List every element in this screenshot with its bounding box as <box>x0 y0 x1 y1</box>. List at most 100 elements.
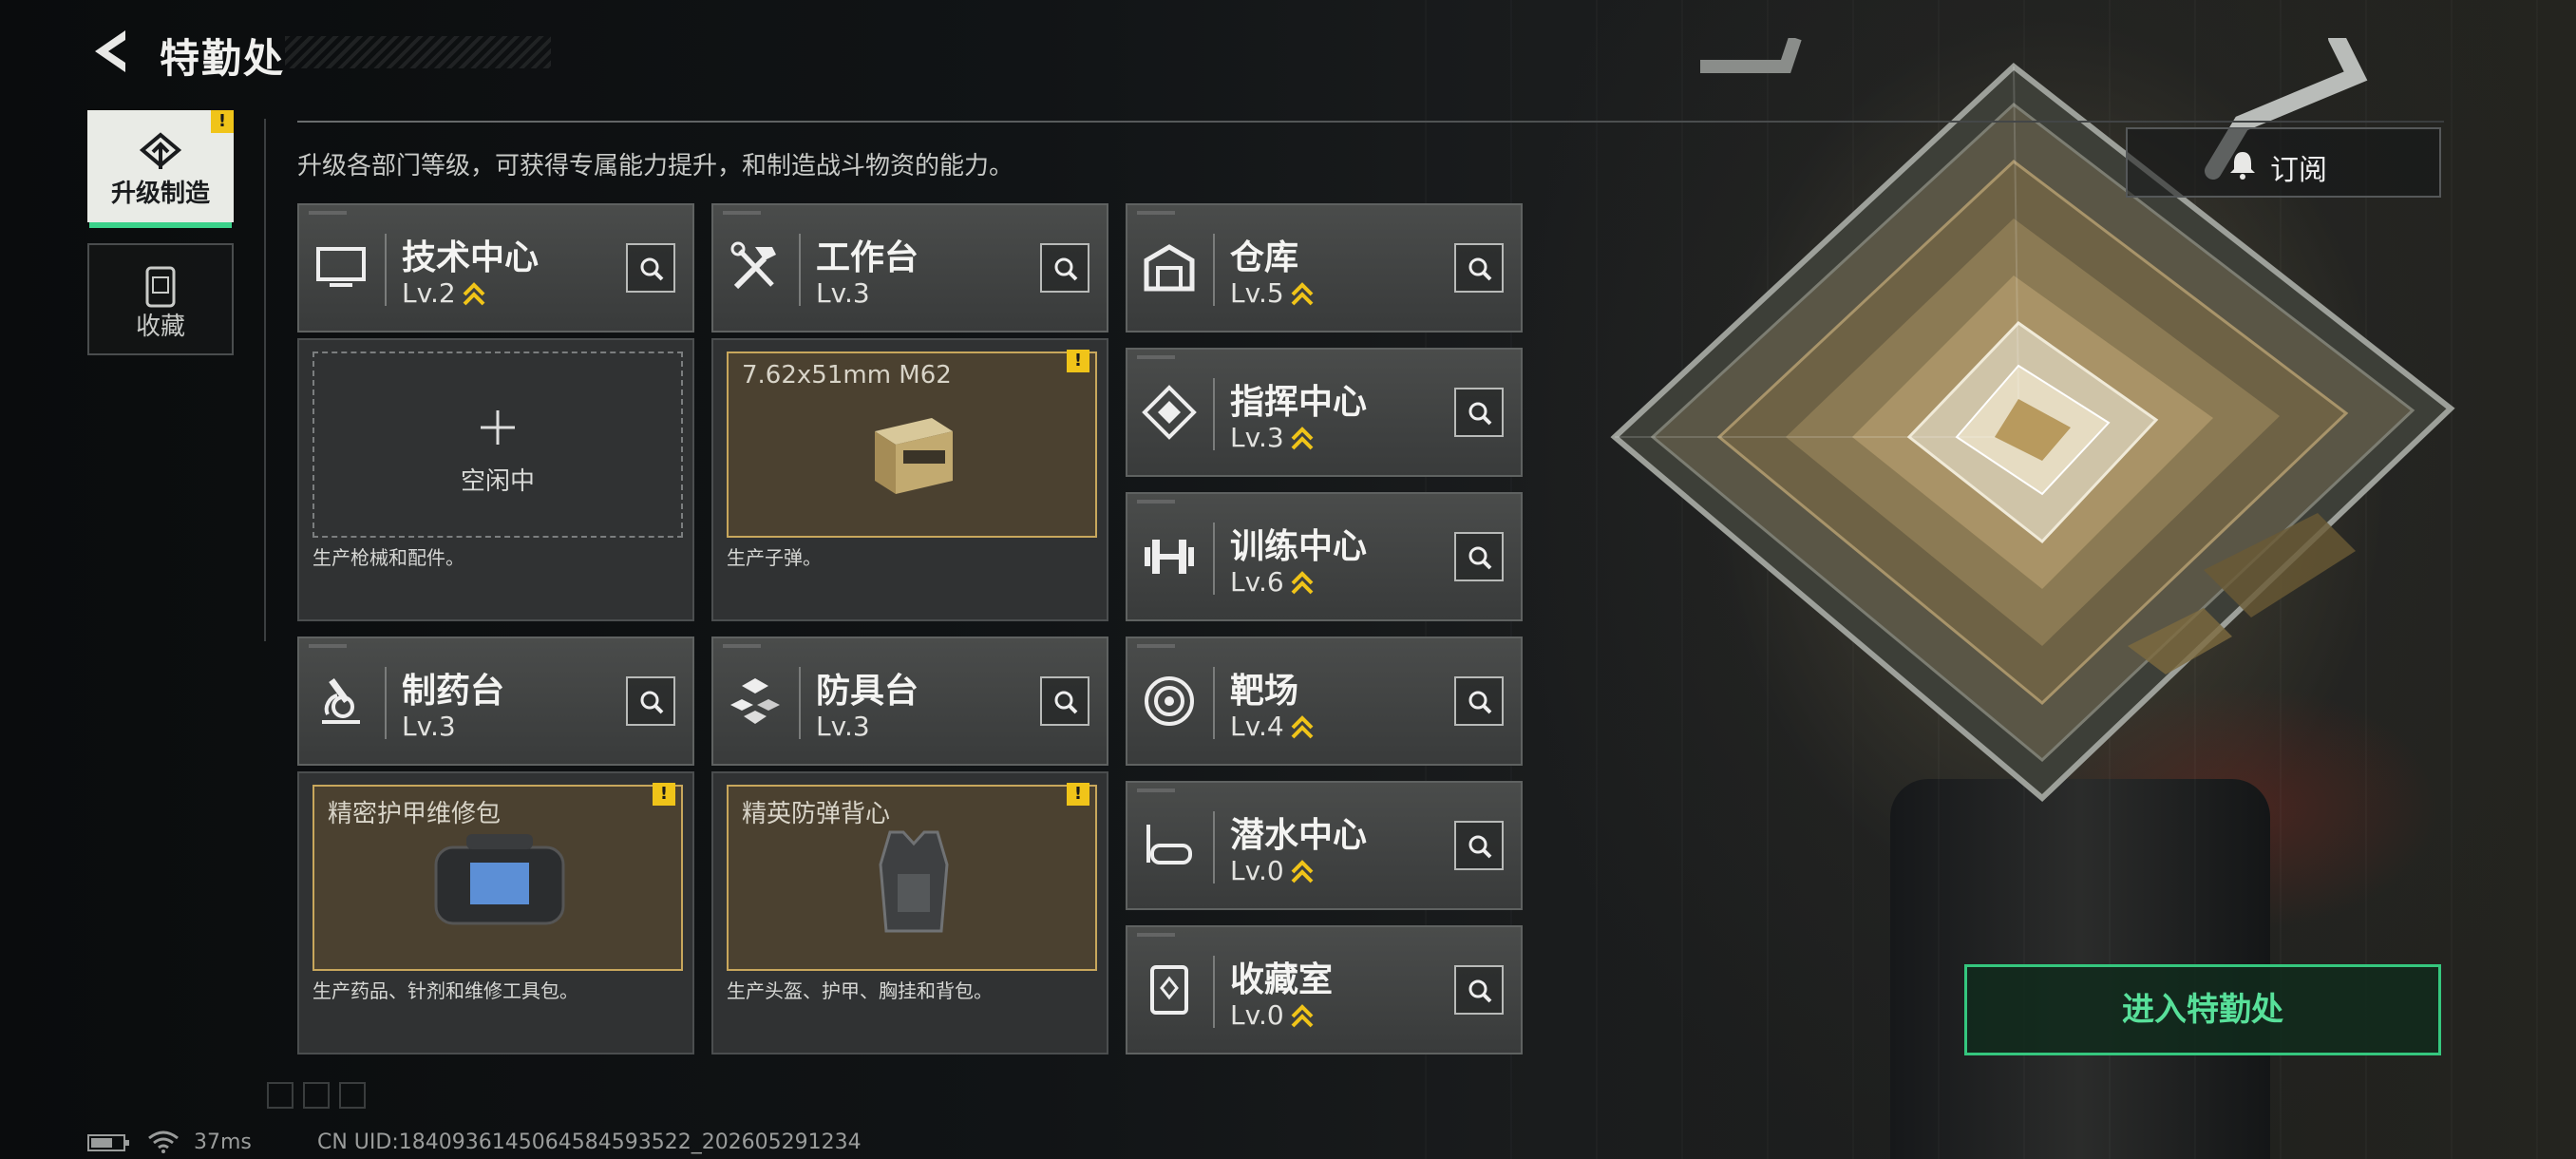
dept-name: 防具台 <box>816 672 919 711</box>
dept-level-row: Lv.3 <box>402 711 456 742</box>
dept-level-row: Lv.4 <box>1230 711 1315 742</box>
tab-collection[interactable]: 收藏 <box>87 243 234 355</box>
diving-mask-icon <box>1146 825 1192 864</box>
production-desc: 生产枪械和配件。 <box>313 546 464 569</box>
card-separator <box>799 667 801 739</box>
dept-card-workbench[interactable]: 工作台 Lv.3 <box>711 203 1108 332</box>
dept-card-armor[interactable]: 防具台 Lv.3 <box>711 636 1108 766</box>
dept-level: Lv.3 <box>1230 422 1284 453</box>
dept-card-warehouse[interactable]: 仓库 Lv.5 <box>1126 203 1523 332</box>
dept-level: Lv.2 <box>402 277 456 309</box>
dept-level: Lv.4 <box>1230 711 1284 742</box>
card-separator <box>1213 956 1215 1028</box>
card-separator <box>385 234 387 306</box>
dept-level: Lv.3 <box>816 277 870 309</box>
dept-card-collection-room[interactable]: 收藏室 Lv.0 <box>1126 925 1523 1054</box>
collection-icon <box>1150 965 1188 1015</box>
dept-level-row: Lv.3 <box>1230 422 1315 453</box>
plus-icon <box>481 410 515 445</box>
page-title: 特勤处 <box>160 35 286 82</box>
ammo-box-icon <box>875 418 953 494</box>
dept-level: Lv.5 <box>1230 277 1284 309</box>
card-separator <box>799 234 801 306</box>
card-separator <box>1213 378 1215 450</box>
search-icon <box>1468 835 1492 859</box>
card-tag <box>1137 644 1175 648</box>
inspect-button[interactable] <box>626 243 675 293</box>
dept-level-row: Lv.0 <box>1230 999 1315 1031</box>
card-separator <box>1213 667 1215 739</box>
dept-card-training-center[interactable]: 训练中心 Lv.6 <box>1126 492 1523 621</box>
subscribe-button[interactable]: 订阅 <box>2126 127 2441 198</box>
enter-special-ops-button[interactable]: 进入特勤处 <box>1964 964 2441 1055</box>
production-panel-tech: 空闲中 生产枪械和配件。 <box>297 338 694 621</box>
status-bar <box>87 1130 180 1159</box>
card-tag <box>1137 211 1175 215</box>
dept-name: 收藏室 <box>1230 960 1334 999</box>
dept-name: 工作台 <box>816 238 919 277</box>
divider-horizontal <box>297 121 2444 123</box>
search-icon <box>1468 257 1492 281</box>
search-icon <box>640 691 664 714</box>
search-icon <box>1054 257 1078 281</box>
monitor-icon <box>316 247 366 287</box>
card-tag <box>1137 500 1175 504</box>
card-tag <box>1137 933 1175 937</box>
production-slot-empty[interactable]: 空闲中 <box>313 352 683 538</box>
inspect-button[interactable] <box>1040 676 1089 726</box>
enter-label: 进入特勤处 <box>2122 991 2283 1029</box>
tab-upgrade-craft[interactable]: 升级制造 ! <box>87 110 234 228</box>
command-icon <box>1142 385 1197 440</box>
dept-level-row: Lv.3 <box>816 277 870 309</box>
wifi-icon <box>148 1130 179 1153</box>
search-icon <box>1468 691 1492 714</box>
inspect-button[interactable] <box>1454 676 1504 726</box>
production-desc: 生产药品、针剂和维修工具包。 <box>313 979 578 1002</box>
dept-card-tech-center[interactable]: 技术中心 Lv.2 <box>297 203 694 332</box>
dept-level-row: Lv.0 <box>1230 855 1315 886</box>
upgrade-icon <box>139 132 182 169</box>
dept-level-row: Lv.5 <box>1230 277 1315 309</box>
production-slot-active[interactable]: 7.62x51mm M62 ! <box>727 350 1097 538</box>
production-panel-armor: 精英防弹背心 ! 生产头盔、护甲、胸挂和背包。 <box>711 771 1108 1054</box>
production-slot-active[interactable]: 精英防弹背心 ! <box>727 783 1097 971</box>
page-description: 升级各部门等级，可获得专属能力提升，和制造战斗物资的能力。 <box>297 152 1014 180</box>
card-tag <box>1137 788 1175 792</box>
subscribe-label: 订阅 <box>2270 154 2327 187</box>
dept-level: Lv.6 <box>1230 566 1284 598</box>
production-slot-active[interactable]: 精密护甲维修包 ! <box>313 783 683 971</box>
inspect-button[interactable] <box>1454 532 1504 581</box>
dept-level: Lv.0 <box>1230 999 1284 1031</box>
dept-level-row: Lv.2 <box>402 277 486 309</box>
dept-card-diving-center[interactable]: 潜水中心 Lv.0 <box>1126 781 1523 910</box>
inspect-button[interactable] <box>1040 243 1089 293</box>
inspect-button[interactable] <box>1454 243 1504 293</box>
armor-blocks-icon <box>730 678 780 724</box>
alert-badge: ! <box>1067 350 1089 372</box>
tools-icon <box>730 241 776 290</box>
back-arrow-icon[interactable] <box>87 27 137 76</box>
inspect-button[interactable] <box>1454 388 1504 437</box>
search-icon <box>1468 979 1492 1003</box>
product-name: 精密护甲维修包 <box>328 800 502 828</box>
dept-card-command-center[interactable]: 指挥中心 Lv.3 <box>1126 348 1523 477</box>
card-tag <box>309 211 347 215</box>
card-separator <box>1213 234 1215 306</box>
dept-name: 潜水中心 <box>1230 816 1368 855</box>
tab-collection-label: 收藏 <box>135 313 185 341</box>
ping-text: 37ms <box>194 1130 252 1154</box>
upgrade-chevron-icon <box>1291 427 1314 450</box>
dept-card-shooting-range[interactable]: 靶场 Lv.4 <box>1126 636 1523 766</box>
dept-level-row: Lv.6 <box>1230 566 1315 598</box>
dept-name: 训练中心 <box>1230 527 1368 566</box>
armor-vest-icon <box>879 830 949 933</box>
inspect-button[interactable] <box>1454 965 1504 1015</box>
inspect-button[interactable] <box>1454 821 1504 870</box>
dept-name: 指挥中心 <box>1230 383 1368 422</box>
card-tag <box>723 644 761 648</box>
dept-card-pharmacy[interactable]: 制药台 Lv.3 <box>297 636 694 766</box>
alert-badge: ! <box>211 110 234 133</box>
inspect-button[interactable] <box>626 676 675 726</box>
upgrade-chevron-icon <box>1291 860 1314 884</box>
alert-badge: ! <box>1067 783 1089 806</box>
